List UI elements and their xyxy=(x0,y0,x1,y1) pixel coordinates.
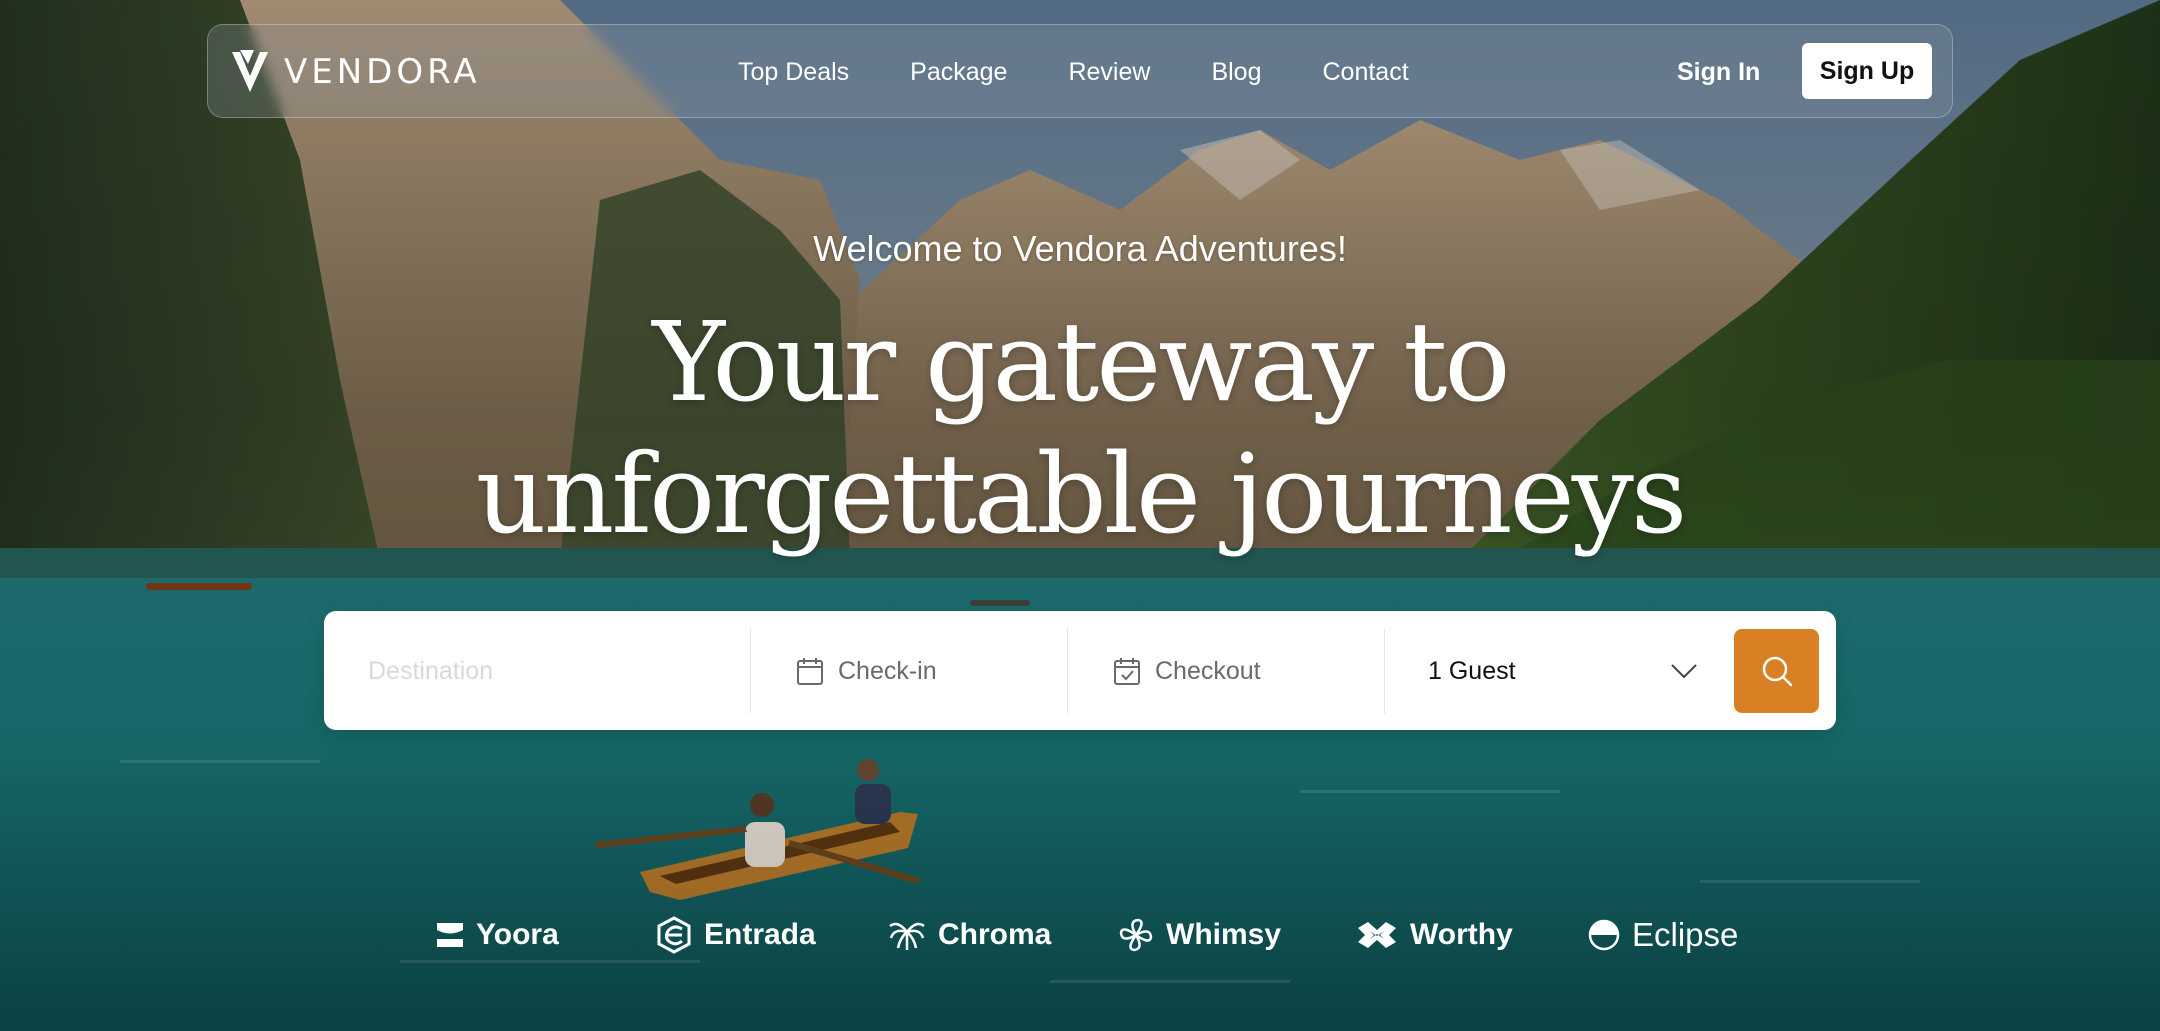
partner-name: Entrada xyxy=(704,918,816,951)
partner-name: Whimsy xyxy=(1166,918,1282,951)
booking-search-bar: Check-in Checkout 1 Guest xyxy=(324,611,1836,730)
search-divider xyxy=(1384,629,1385,713)
search-divider xyxy=(750,629,751,713)
chevron-down-icon xyxy=(1671,664,1697,679)
entrada-logo-icon xyxy=(657,916,691,954)
checkin-label: Check-in xyxy=(838,656,937,685)
nav-link-blog[interactable]: Blog xyxy=(1211,58,1261,87)
partner-logos: Yoora Entrada Chroma Whimsy Worthy Eclip… xyxy=(0,910,2160,960)
partner-name: Yoora xyxy=(476,918,559,951)
sign-in-button[interactable]: Sign In xyxy=(1677,58,1760,87)
partner-whimsy: Whimsy xyxy=(1118,910,1281,960)
brand-name: VENDORA xyxy=(284,52,481,92)
calendar-check-icon xyxy=(1114,658,1140,685)
sign-up-button[interactable]: Sign Up xyxy=(1802,43,1932,99)
calendar-icon xyxy=(797,658,823,685)
vendora-v-icon xyxy=(232,50,268,92)
guests-value: 1 Guest xyxy=(1428,656,1516,685)
hero-headline: Your gateway to unforgettable journeys xyxy=(0,296,2160,560)
hero-section: VENDORA Top Deals Package Review Blog Co… xyxy=(0,0,2160,1031)
partner-name: Chroma xyxy=(938,918,1052,951)
search-button[interactable] xyxy=(1734,629,1819,713)
nav-link-review[interactable]: Review xyxy=(1068,58,1150,87)
partner-worthy: Worthy xyxy=(1356,910,1513,960)
checkout-field[interactable]: Checkout xyxy=(1113,629,1383,713)
search-icon xyxy=(1762,656,1792,687)
partner-name: Worthy xyxy=(1410,918,1513,951)
worthy-logo-icon xyxy=(1358,922,1396,948)
eclipse-logo-icon xyxy=(1588,919,1620,951)
vendora-logo[interactable]: VENDORA xyxy=(230,47,481,97)
destination-input[interactable] xyxy=(366,655,746,687)
checkout-label: Checkout xyxy=(1155,656,1261,685)
partner-eclipse: Eclipse xyxy=(1588,910,1738,960)
partner-entrada: Entrada xyxy=(656,910,816,960)
partner-chroma: Chroma xyxy=(888,910,1051,960)
headline-line-1: Your gateway to xyxy=(652,298,1510,426)
top-navigation-bar: VENDORA Top Deals Package Review Blog Co… xyxy=(207,24,1953,118)
partner-yoora: Yoora xyxy=(436,910,559,960)
search-divider xyxy=(1067,629,1068,713)
nav-links: Top Deals Package Review Blog Contact xyxy=(738,25,1409,119)
headline-line-2: unforgettable journeys xyxy=(475,430,1688,558)
whimsy-logo-icon xyxy=(1119,918,1153,952)
checkin-field[interactable]: Check-in xyxy=(796,629,1066,713)
destination-field xyxy=(366,629,746,713)
nav-link-contact[interactable]: Contact xyxy=(1323,58,1409,87)
partner-name: Eclipse xyxy=(1632,916,1739,953)
nav-link-package[interactable]: Package xyxy=(910,58,1007,87)
welcome-text: Welcome to Vendora Adventures! xyxy=(813,228,1347,269)
nav-link-top-deals[interactable]: Top Deals xyxy=(738,58,849,87)
guests-select[interactable]: 1 Guest xyxy=(1428,629,1698,713)
chroma-logo-icon xyxy=(889,922,925,950)
yoora-logo-icon xyxy=(437,923,463,947)
